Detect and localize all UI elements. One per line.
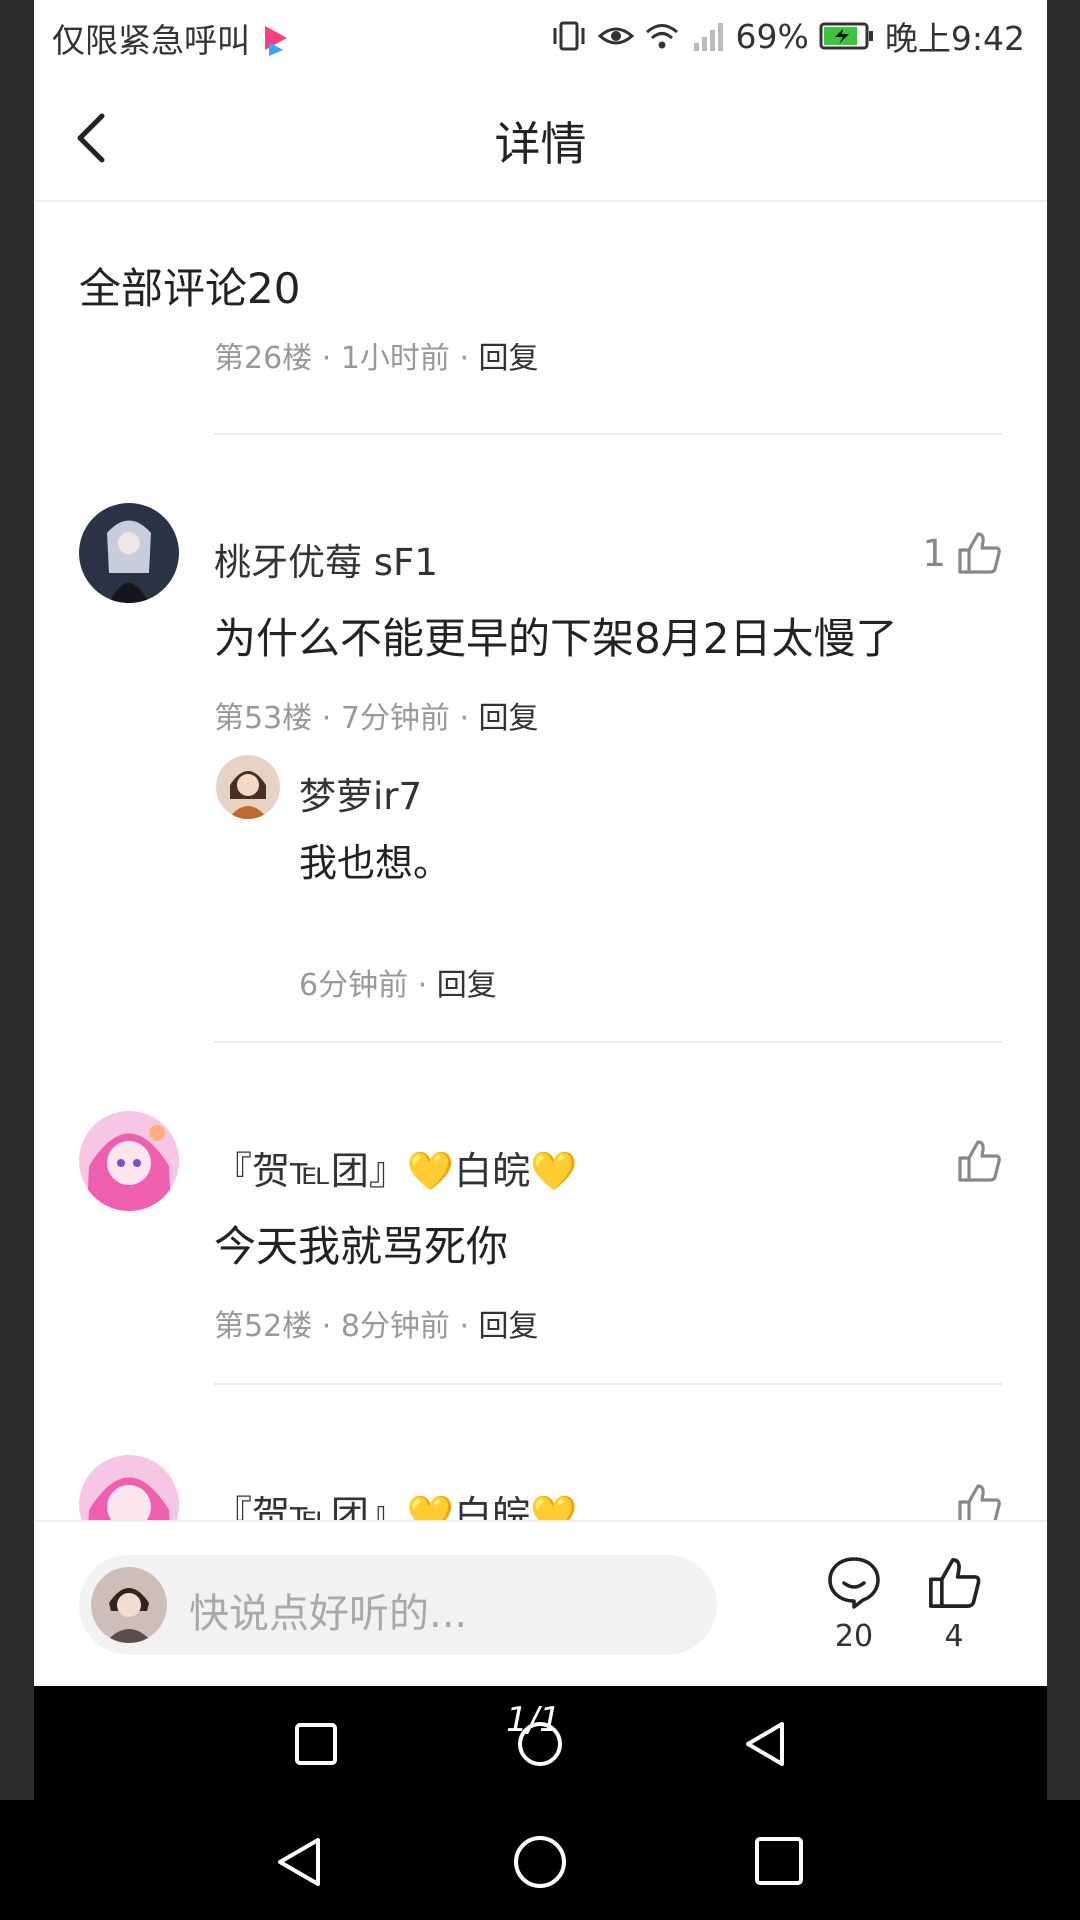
my-avatar (91, 1567, 167, 1643)
reply-username[interactable]: 梦萝ir7 (299, 766, 422, 820)
battery-charging-icon (819, 22, 873, 50)
comment-input-placeholder: 快说点好听的... (189, 1591, 468, 1637)
thumbs-up-icon (958, 1140, 1001, 1182)
avatar-image (79, 1455, 179, 1520)
like-post-button[interactable]: 4 (884, 1555, 1024, 1654)
divider (214, 433, 1002, 435)
wifi-icon (645, 24, 678, 49)
comment-meta: 第53楼 · 7分钟前 · 回复 (214, 701, 539, 736)
status-bar-left: 仅限紧急呼叫 (52, 14, 291, 62)
like-count: 1 (922, 531, 946, 575)
post-like-count: 4 (944, 1619, 964, 1654)
reply-button[interactable]: 回复 (479, 1309, 539, 1344)
reply-text: 我也想。 (299, 841, 452, 885)
cellular-signal-icon (693, 23, 723, 51)
comment-floor: 第52楼 (214, 1309, 313, 1344)
comment-item-partial: 『贺℡团』💛白皖💛 (34, 1440, 1047, 1520)
thumbs-up-icon (958, 1484, 1001, 1520)
app-screen: 仅限紧急呼叫 69% 晚上9:42 详情 全部评论20 第26楼 · 1小时前 … (34, 0, 1047, 1800)
youku-app-icon (264, 26, 287, 56)
comment-username[interactable]: 『贺℡团』💛白皖💛 (214, 1140, 577, 1195)
divider (214, 1383, 1002, 1385)
comment-text: 为什么不能更早的下架8月2日太慢了 (214, 614, 898, 663)
avatar-image (91, 1567, 167, 1643)
comment-username[interactable]: 『贺℡团』💛白皖💛 (214, 1484, 577, 1520)
system-nav-bar (0, 1800, 1080, 1920)
reply-button[interactable]: 回复 (479, 343, 539, 376)
all-comments-title: 全部评论20 (79, 264, 301, 313)
avatar[interactable] (79, 1455, 179, 1520)
home-circle-icon[interactable] (512, 1834, 568, 1890)
avatar[interactable] (79, 503, 179, 603)
comment-like-button[interactable] (946, 1138, 1002, 1184)
comment-like-button[interactable]: 1 (922, 530, 1002, 576)
header: 详情 (34, 70, 1047, 202)
comment-like-button[interactable] (946, 1482, 1002, 1520)
thumbs-up-icon (929, 1558, 981, 1608)
page-indicator: 1/1 (506, 1700, 561, 1740)
back-triangle-icon[interactable] (274, 1836, 326, 1888)
comment-bubble-icon (828, 1557, 880, 1609)
avatar-image (79, 503, 179, 603)
comment-input[interactable]: 快说点好听的... (79, 1555, 717, 1655)
comment-meta: 第52楼 · 8分钟前 · 回复 (214, 1309, 539, 1344)
reply-time: 6分钟前 (299, 968, 409, 1003)
comment-time: 7分钟前 (340, 701, 450, 736)
system-nav-bar-inner: 1/1 (34, 1686, 1047, 1800)
reply-meta: 6分钟前 · 回复 (299, 968, 497, 1003)
status-bar-right: 69% 晚上9:42 (550, 12, 1025, 60)
comment-username[interactable]: 桃牙优莓 sF1 (214, 532, 438, 586)
back-triangle-icon[interactable] (742, 1720, 790, 1768)
thumbs-up-icon (958, 532, 1001, 574)
reply-avatar[interactable] (216, 755, 280, 819)
previous-comment-meta: 第26楼 · 1小时前 · 回复 (214, 343, 539, 376)
eye-icon (597, 27, 634, 45)
avatar-image (216, 755, 280, 819)
comment-floor: 第53楼 (214, 701, 313, 736)
comment-time: 8分钟前 (340, 1309, 450, 1344)
emergency-call-text: 仅限紧急呼叫 (52, 21, 250, 60)
clock: 晚上9:42 (884, 19, 1025, 58)
recent-apps-icon[interactable] (294, 1722, 338, 1766)
battery-percent: 69% (735, 16, 809, 56)
vibrate-icon (553, 21, 585, 51)
page-title: 详情 (494, 117, 587, 171)
avatar-image (79, 1111, 179, 1211)
comment-text: 今天我就骂死你 (214, 1222, 509, 1271)
recent-apps-icon[interactable] (754, 1836, 804, 1886)
reply-button[interactable]: 回复 (437, 968, 497, 1003)
comment-time: 1小时前 (340, 343, 450, 376)
divider (214, 1041, 1002, 1043)
reply-button[interactable]: 回复 (479, 701, 539, 736)
comment-input-bar: 快说点好听的... 20 4 (34, 1520, 1047, 1688)
avatar[interactable] (79, 1111, 179, 1211)
comment-floor: 第26楼 (214, 343, 313, 376)
